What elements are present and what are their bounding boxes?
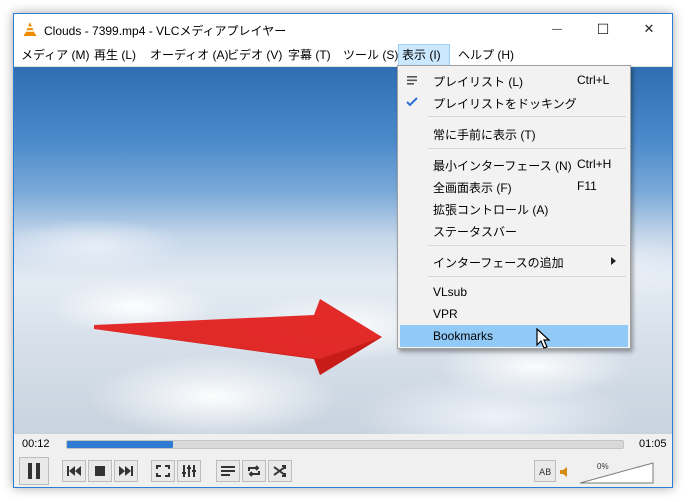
previous-button[interactable] bbox=[62, 460, 86, 482]
menu-item-shortcut: Ctrl+H bbox=[577, 157, 612, 171]
seek-progress bbox=[67, 441, 173, 448]
menu-item-label: 拡張コントロール (A) bbox=[433, 203, 549, 217]
loop-button[interactable] bbox=[242, 460, 266, 482]
skip-back-icon bbox=[67, 466, 81, 476]
playlist-icon bbox=[407, 76, 417, 85]
menu-video[interactable]: ビデオ (V) bbox=[223, 44, 286, 66]
title-bar[interactable]: Clouds - 7399.mp4 - VLCメディアプレイヤー — ☐ ✕ bbox=[14, 14, 672, 44]
menu-separator bbox=[428, 245, 626, 246]
volume-slider[interactable] bbox=[580, 462, 654, 484]
menu-separator bbox=[428, 148, 626, 149]
close-button[interactable]: ✕ bbox=[626, 14, 672, 44]
menu-item-label: 常に手前に表示 (T) bbox=[433, 128, 536, 142]
menu-separator bbox=[428, 276, 626, 277]
maximize-button[interactable]: ☐ bbox=[580, 14, 626, 44]
minimize-icon: — bbox=[552, 23, 562, 35]
menu-item-status-bar[interactable]: ステータスバー bbox=[400, 219, 628, 241]
menu-help[interactable]: ヘルプ (H) bbox=[454, 44, 518, 66]
menu-separator bbox=[428, 116, 626, 117]
window-title: Clouds - 7399.mp4 - VLCメディアプレイヤー bbox=[44, 24, 287, 38]
fullscreen-button[interactable] bbox=[151, 460, 175, 482]
menu-item-always-on-top[interactable]: 常に手前に表示 (T) bbox=[400, 122, 628, 144]
menu-item-label: 全画面表示 (F) bbox=[433, 181, 512, 195]
menu-playback[interactable]: 再生 (L) bbox=[90, 44, 140, 66]
shuffle-icon bbox=[273, 465, 286, 477]
control-bar: 00:12 01:05 AB 0% bbox=[14, 434, 672, 487]
menu-item-label: ステータスバー bbox=[433, 225, 518, 239]
maximize-icon: ☐ bbox=[596, 20, 610, 37]
playlist-button[interactable] bbox=[216, 460, 240, 482]
menu-item-add-interface[interactable]: インターフェースの追加 bbox=[400, 250, 628, 272]
menu-subtitle[interactable]: 字幕 (T) bbox=[284, 44, 335, 66]
menu-item-fullscreen[interactable]: 全画面表示 (F) F11 bbox=[400, 175, 628, 197]
menu-item-label: VLsub bbox=[433, 285, 468, 299]
menu-item-advanced-controls[interactable]: 拡張コントロール (A) bbox=[400, 197, 628, 219]
menu-item-vpr[interactable]: VPR bbox=[400, 303, 628, 325]
menu-item-playlist[interactable]: プレイリスト (L) Ctrl+L bbox=[400, 69, 628, 91]
menu-item-label: プレイリストをドッキング bbox=[433, 97, 577, 111]
menu-bar: メディア (M) 再生 (L) オーディオ (A) ビデオ (V) 字幕 (T)… bbox=[14, 44, 672, 67]
menu-item-bookmarks[interactable]: Bookmarks bbox=[400, 325, 628, 347]
menu-audio[interactable]: オーディオ (A) bbox=[146, 44, 233, 66]
pause-icon bbox=[28, 463, 40, 479]
menu-item-label: 最小インターフェース (N) bbox=[433, 159, 572, 173]
stop-icon bbox=[95, 466, 105, 476]
equalizer-icon bbox=[182, 465, 196, 477]
mouse-cursor-icon bbox=[536, 328, 551, 349]
vlc-cone-icon bbox=[24, 22, 36, 36]
extended-settings-button[interactable] bbox=[177, 460, 201, 482]
menu-item-shortcut: F11 bbox=[577, 179, 597, 193]
menu-media[interactable]: メディア (M) bbox=[17, 44, 93, 66]
svg-text:AB: AB bbox=[539, 468, 551, 477]
menu-view[interactable]: 表示 (I) bbox=[398, 44, 450, 66]
speaker-icon[interactable] bbox=[560, 467, 570, 477]
menu-item-label: Bookmarks bbox=[433, 329, 494, 343]
fullscreen-icon bbox=[156, 465, 170, 477]
frame-by-frame-button[interactable]: AB bbox=[534, 460, 556, 482]
menu-item-vlsub[interactable]: VLsub bbox=[400, 281, 628, 303]
playlist-icon bbox=[221, 466, 235, 476]
submenu-arrow-icon bbox=[611, 257, 616, 265]
menu-item-label: プレイリスト (L) bbox=[433, 75, 524, 89]
skip-forward-icon bbox=[119, 466, 133, 476]
total-time: 01:05 bbox=[639, 438, 667, 450]
pause-button[interactable] bbox=[19, 457, 49, 485]
elapsed-time: 00:12 bbox=[22, 438, 50, 450]
menu-item-label: インターフェースの追加 bbox=[433, 256, 564, 270]
menu-item-minimal-interface[interactable]: 最小インターフェース (N) Ctrl+H bbox=[400, 153, 628, 175]
seek-bar[interactable] bbox=[66, 440, 624, 449]
next-button[interactable] bbox=[114, 460, 138, 482]
ab-loop-icon: AB bbox=[539, 468, 551, 477]
menu-item-dock-playlist[interactable]: プレイリストをドッキング bbox=[400, 91, 628, 113]
checkmark-icon bbox=[406, 97, 418, 107]
stop-button[interactable] bbox=[88, 460, 112, 482]
loop-icon bbox=[248, 465, 260, 477]
menu-item-label: VPR bbox=[433, 307, 458, 321]
view-menu-dropdown: プレイリスト (L) Ctrl+L プレイリストをドッキング 常に手前に表示 (… bbox=[397, 65, 631, 349]
menu-item-shortcut: Ctrl+L bbox=[577, 73, 610, 87]
close-icon: ✕ bbox=[643, 21, 655, 36]
shuffle-button[interactable] bbox=[268, 460, 292, 482]
minimize-button[interactable]: — bbox=[534, 14, 580, 44]
menu-tools[interactable]: ツール (S) bbox=[339, 44, 402, 66]
